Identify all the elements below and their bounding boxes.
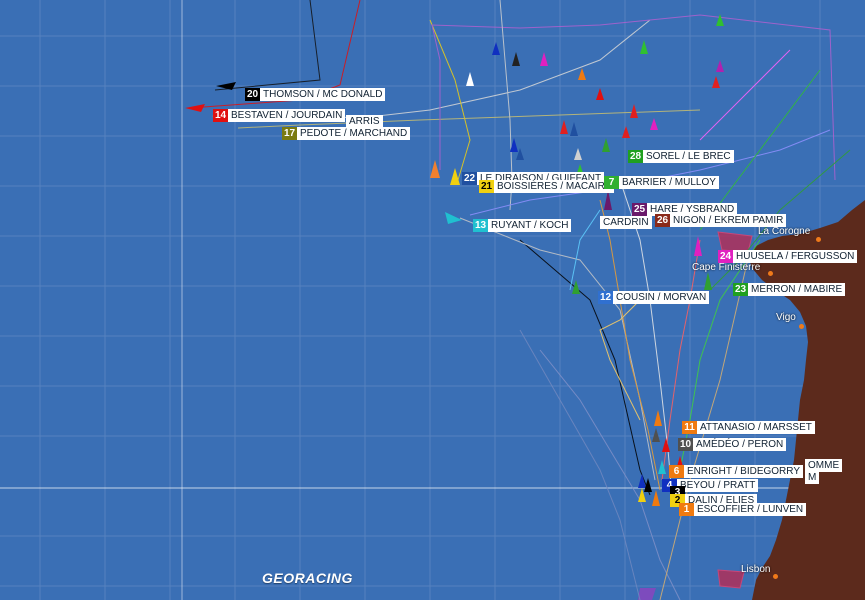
boat-label[interactable]: 11 ATTANASIO / MARSSET [682, 421, 815, 434]
boat-crew-name: BESTAVEN / JOURDAIN [228, 109, 346, 122]
boat-number: 26 [655, 214, 670, 227]
place-cape-finisterre: Cape Finisterre [692, 262, 761, 273]
boat-crew-name: ATTANASIO / MARSSET [697, 421, 815, 434]
boat-crew-name: RUYANT / KOCH [488, 219, 572, 232]
boat-number: 13 [473, 219, 488, 232]
boat-label[interactable]: 24 HUUSELA / FERGUSSON [718, 250, 858, 263]
boat-number: 7 [604, 176, 619, 189]
boat-number: 14 [213, 109, 228, 122]
boat-number: 24 [718, 250, 733, 263]
boat-label[interactable]: 10 AMÉDÉO / PERON [678, 438, 787, 451]
boat-number: 20 [245, 88, 260, 101]
boat-number: 1 [679, 503, 694, 516]
boat-crew-name: SOREL / LE BREC [643, 150, 734, 163]
boat-label[interactable]: 13 RUYANT / KOCH [473, 219, 572, 232]
la-coruna-dot [816, 237, 821, 242]
vigo-dot [799, 324, 804, 329]
boat-label[interactable]: 14 BESTAVEN / JOURDAIN [213, 109, 346, 122]
boat-crew-name: MERRON / MABIRE [748, 283, 846, 296]
boat-crew-name: HUUSELA / FERGUSSON [733, 250, 858, 263]
boat-crew-name: ENRIGHT / BIDEGORRY [684, 465, 803, 478]
boat-number: 12 [598, 291, 613, 304]
boat-label[interactable]: 23 MERRON / MABIRE [733, 283, 846, 296]
boat-number: 28 [628, 150, 643, 163]
place-la-coruna: La Corogne [758, 226, 811, 237]
boat-number: 10 [678, 438, 693, 451]
boat-number: 21 [479, 180, 494, 193]
georacing-logo[interactable]: GEORACING [262, 570, 353, 586]
boat-label[interactable]: CARDRIN [600, 216, 652, 229]
exclusion-zone-south [638, 588, 656, 600]
boat-label[interactable]: 26 NIGON / EKREM PAMIR [655, 214, 787, 227]
boat-label[interactable]: 1 ESCOFFIER / LUNVEN [679, 503, 807, 516]
boat-label[interactable]: 21 BOISSIÈRES / MACAIRE [479, 180, 615, 193]
boat-crew-name: NIGON / EKREM PAMIR [670, 214, 787, 227]
boat-crew-name: BARRIER / MULLOY [619, 176, 719, 189]
boat-number: 25 [632, 203, 647, 216]
boat-number: 17 [282, 127, 297, 140]
boat-label[interactable]: 20 THOMSON / MC DONALD [245, 88, 386, 101]
boat-crew-name: BOISSIÈRES / MACAIRE [494, 180, 615, 193]
boat-crew-name: THOMSON / MC DONALD [260, 88, 386, 101]
boat-crew-name: M [805, 471, 820, 484]
boat-crew-name: AMÉDÉO / PERON [693, 438, 787, 451]
place-lisbon: Lisbon [741, 564, 771, 575]
boat-number: 22 [462, 172, 477, 185]
lisbon-dot [773, 574, 778, 579]
finisterre-dot [768, 271, 773, 276]
exclusion-zone-finisterre [717, 231, 753, 253]
boat-crew-name: COUSIN / MORVAN [613, 291, 710, 304]
boat-label[interactable]: 28 SOREL / LE BREC [628, 150, 734, 163]
boat-label[interactable]: 17 PEDOTE / MARCHAND [282, 127, 411, 140]
boat-number: 6 [669, 465, 684, 478]
boat-crew-name: PEDOTE / MARCHAND [297, 127, 411, 140]
place-vigo: Vigo [776, 312, 796, 323]
boat-number: 23 [733, 283, 748, 296]
boat-label[interactable]: 6 ENRIGHT / BIDEGORRY [669, 465, 803, 478]
boat-crew-name: CARDRIN [600, 216, 652, 229]
boat-label[interactable]: 7 BARRIER / MULLOY [604, 176, 719, 189]
boat-number: 11 [682, 421, 697, 434]
boat-label[interactable]: 12 COUSIN / MORVAN [598, 291, 710, 304]
boat-crew-name: BEYOU / PRATT [677, 479, 759, 492]
race-map[interactable]: La Corogne Cape Finisterre Vigo Lisbon 2… [0, 0, 865, 600]
boat-label[interactable]: M [805, 471, 820, 484]
boat-crew-name: ESCOFFIER / LUNVEN [694, 503, 807, 516]
